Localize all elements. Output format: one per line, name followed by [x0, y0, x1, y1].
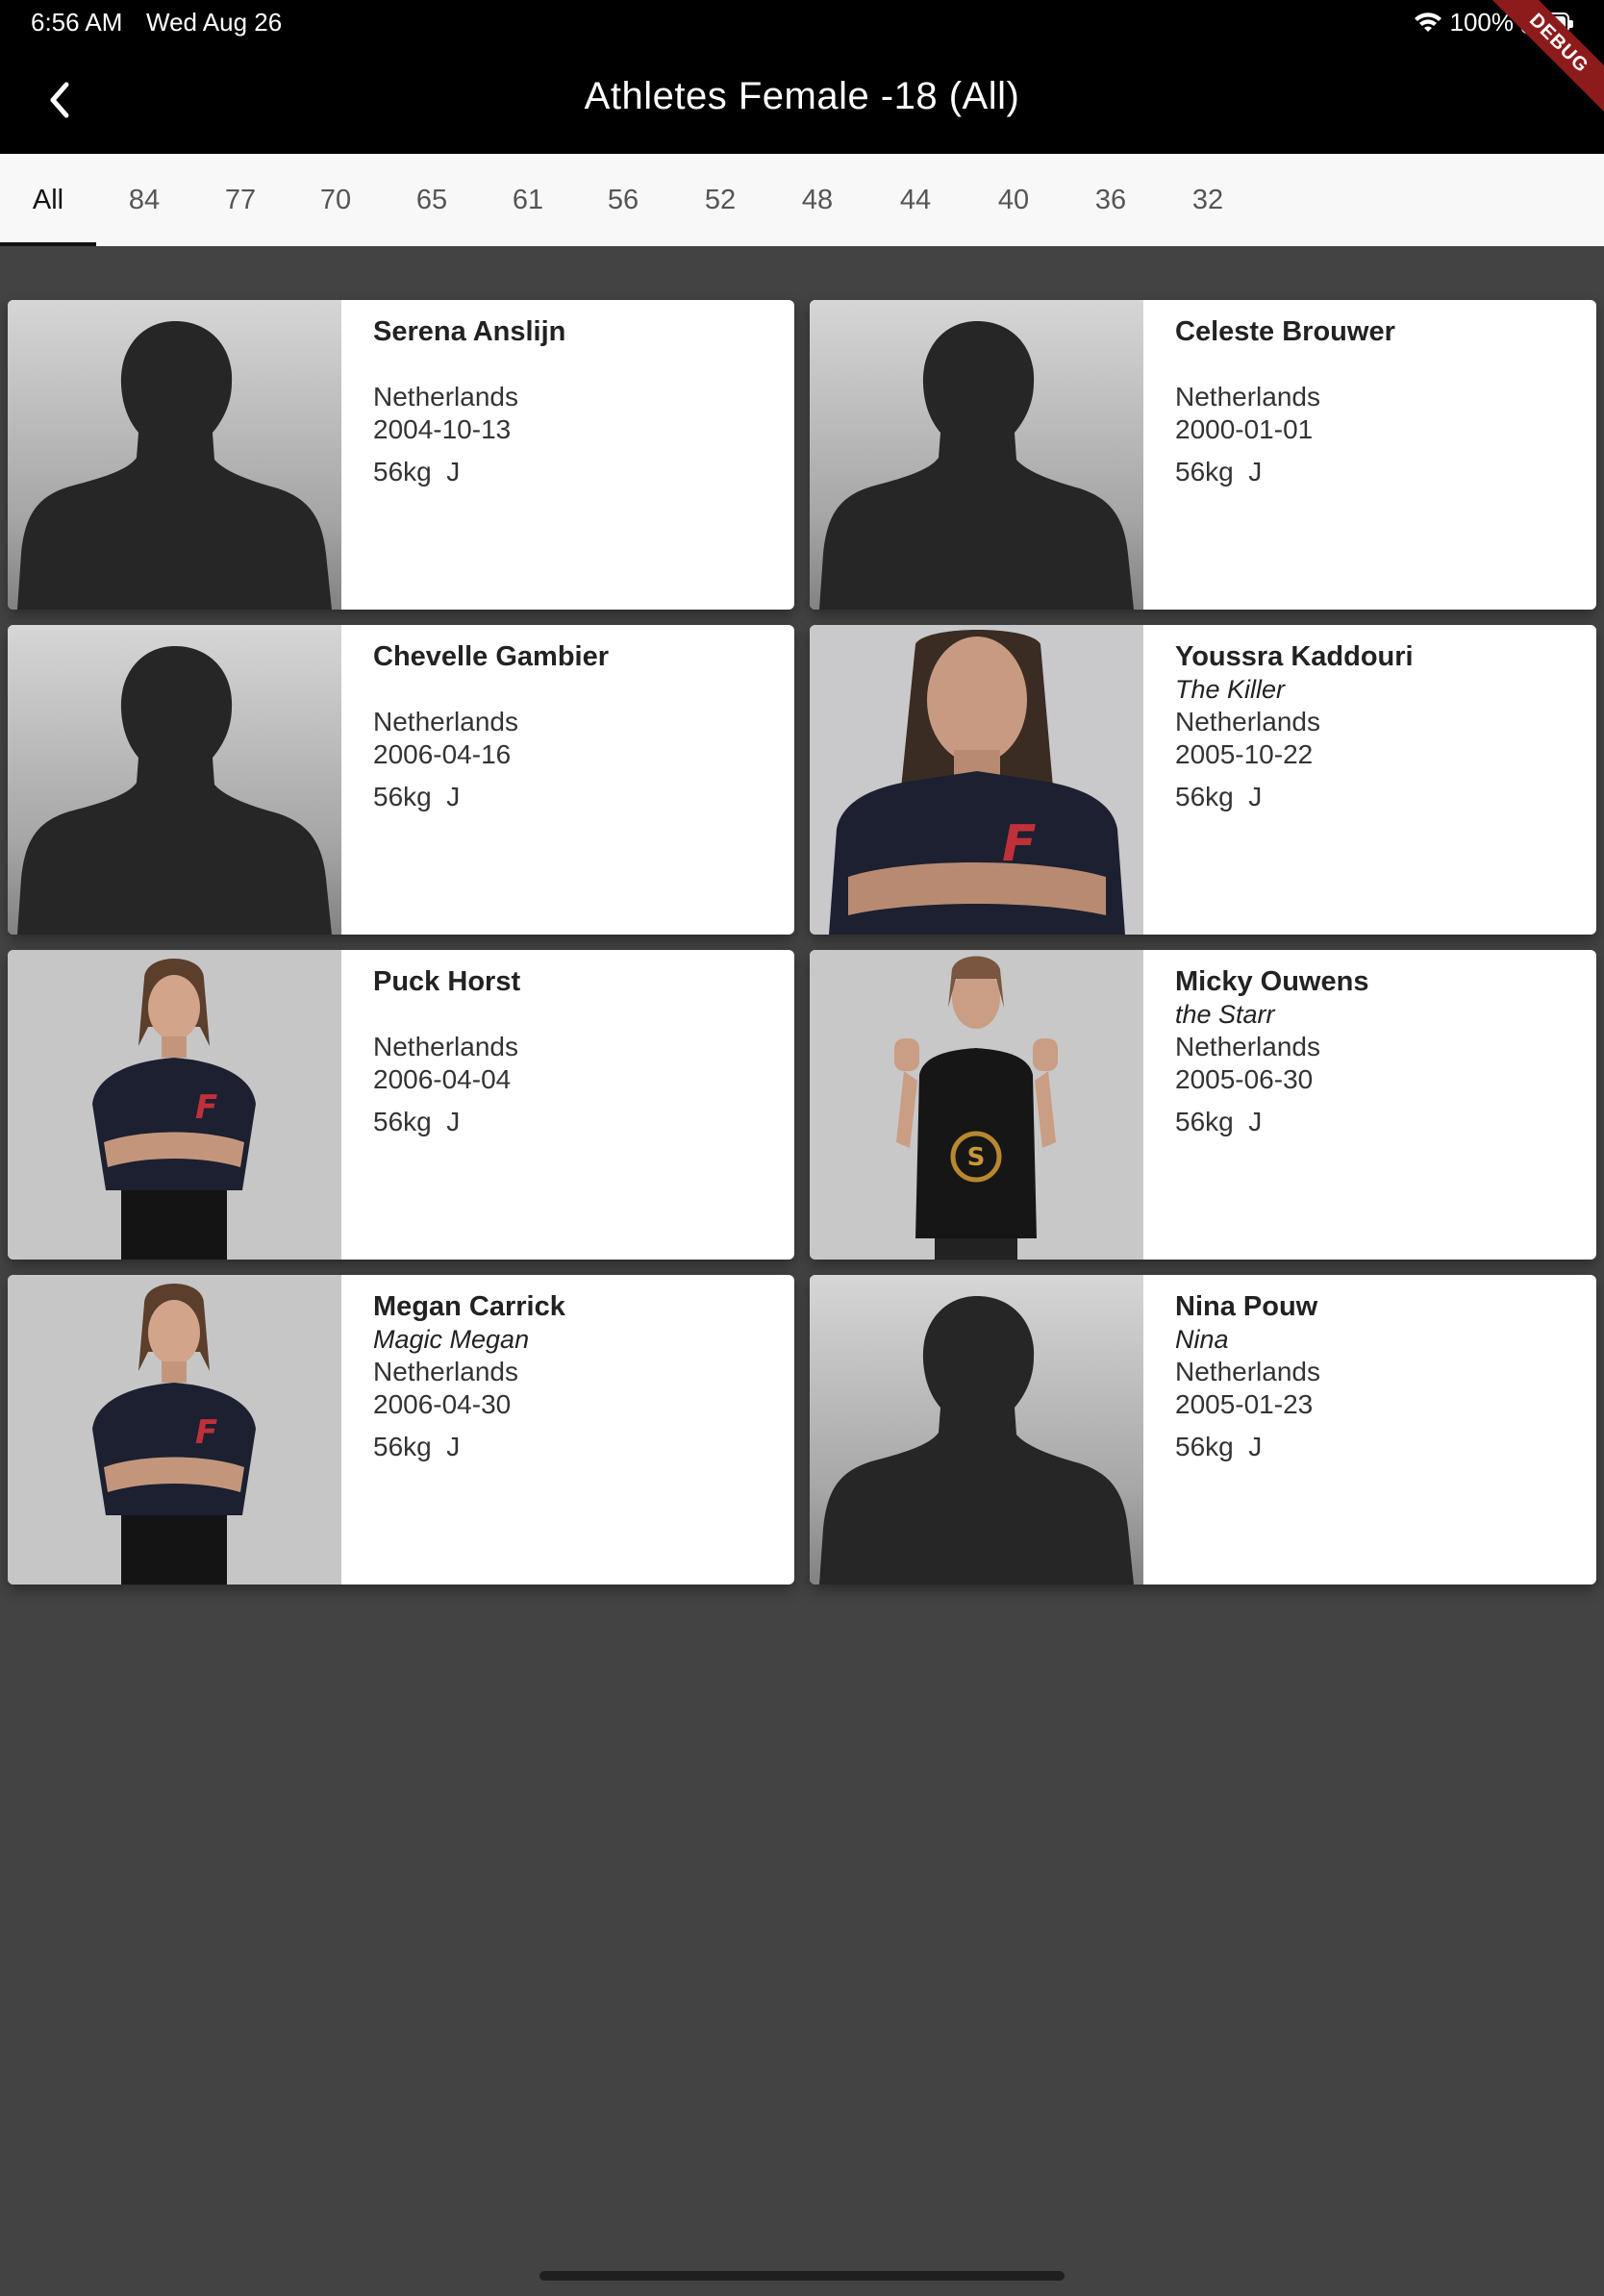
athlete-nickname — [373, 348, 565, 381]
tab-48[interactable]: 48 — [769, 154, 865, 246]
athlete-name: Megan Carrick — [373, 1291, 565, 1322]
svg-text:F: F — [1002, 815, 1037, 873]
athlete-weight-class: 56kg J — [373, 457, 461, 487]
athlete-country: Netherlands — [1175, 382, 1320, 412]
athlete-nickname: Magic Megan — [373, 1325, 530, 1354]
athlete-country: Netherlands — [373, 1357, 518, 1386]
athlete-name: Celeste Brouwer — [1175, 316, 1395, 347]
athlete-nickname: Nina — [1175, 1325, 1229, 1354]
svg-text:F: F — [195, 1088, 217, 1127]
athlete-weight-class: 56kg J — [1175, 1432, 1263, 1461]
athlete-weight-class: 56kg J — [1175, 457, 1263, 487]
athlete-nickname: the Starr — [1175, 1000, 1275, 1029]
athlete-photo-frame — [8, 300, 341, 610]
athlete-grid: Serena Anslijn Netherlands 2004-10-13 56kg … — [8, 300, 1596, 1585]
athlete-country: Netherlands — [1175, 1357, 1320, 1386]
svg-text:S: S — [967, 1143, 986, 1172]
athlete-info: Nina Pouw Nina Netherlands 2005-01-23 56kg J — [1143, 1275, 1320, 1585]
athlete-photo-frame — [8, 625, 341, 935]
athlete-card[interactable]: Celeste Brouwer Netherlands 2000-01-01 56kg… — [810, 300, 1596, 610]
athlete-country: Netherlands — [373, 1032, 518, 1061]
tab-61[interactable]: 61 — [481, 154, 575, 246]
athlete-weight-class: 56kg J — [1175, 782, 1263, 811]
athlete-info: Megan Carrick Magic Megan Netherlands 2006-… — [341, 1275, 565, 1585]
tab-36[interactable]: 36 — [1062, 154, 1160, 246]
status-date: Wed Aug 26 — [146, 8, 283, 37]
athlete-birthdate: 2006-04-30 — [373, 1389, 512, 1419]
athlete-birthdate: 2006-04-16 — [373, 739, 512, 769]
athlete-card[interactable]: F Megan Carrick Magic Megan Netherlands 200… — [8, 1275, 794, 1585]
weight-class-tabs: All 84 77 70 65 61 56 52 48 44 40 36 32 — [0, 154, 1604, 246]
status-bar: 6:56 AM Wed Aug 26 100% — [0, 0, 1604, 46]
tab-56[interactable]: 56 — [575, 154, 671, 246]
athlete-card[interactable]: F Puck Horst Netherlands 2006-04-04 56kg J — [8, 950, 794, 1260]
athlete-name: Youssra Kaddouri — [1175, 641, 1414, 672]
athlete-info: Puck Horst Netherlands 2006-04-04 56kg J — [341, 950, 520, 1260]
athlete-card[interactable]: S Micky Ouwens the Starr Netherlands 2005-0… — [810, 950, 1596, 1260]
athlete-photo-frame — [810, 300, 1143, 610]
tab-32[interactable]: 32 — [1160, 154, 1256, 246]
athlete-birthdate: 2005-01-23 — [1175, 1389, 1314, 1419]
athlete-name: Micky Ouwens — [1175, 966, 1369, 997]
athlete-info: Micky Ouwens the Starr Netherlands 2005-06-… — [1143, 950, 1368, 1260]
athlete-weight-class: 56kg J — [1175, 1107, 1263, 1136]
athlete-name: Nina Pouw — [1175, 1291, 1318, 1322]
athlete-weight-class: 56kg J — [373, 1432, 461, 1461]
athlete-weight-class: 56kg J — [373, 782, 461, 811]
athlete-name: Puck Horst — [373, 966, 521, 997]
athlete-photo: F — [8, 950, 341, 1260]
athlete-country: Netherlands — [1175, 707, 1320, 736]
svg-text:F: F — [195, 1413, 217, 1452]
athlete-birthdate: 2005-06-30 — [1175, 1064, 1314, 1094]
athlete-photo: F — [810, 625, 1143, 935]
status-time: 6:56 AM — [31, 8, 123, 37]
home-indicator — [539, 2271, 1065, 2281]
app-bar: Athletes Female -18 (All) — [0, 46, 1604, 154]
athlete-photo: F — [8, 1275, 341, 1585]
page-title: Athletes Female -18 (All) — [584, 75, 1020, 117]
athlete-country: Netherlands — [373, 382, 518, 412]
athlete-info: Chevelle Gambier Netherlands 2006-04-16 56k… — [341, 625, 609, 935]
athlete-info: Serena Anslijn Netherlands 2004-10-13 56kg … — [341, 300, 565, 610]
athlete-name: Chevelle Gambier — [373, 641, 609, 672]
athlete-country: Netherlands — [1175, 1032, 1320, 1061]
athlete-nickname — [373, 673, 609, 706]
avatar-silhouette-icon — [810, 300, 1143, 610]
tab-65[interactable]: 65 — [383, 154, 481, 246]
athlete-photo-frame: F — [8, 1275, 341, 1585]
tab-84[interactable]: 84 — [96, 154, 192, 246]
athlete-photo-frame: F — [8, 950, 341, 1260]
athlete-card[interactable]: Nina Pouw Nina Netherlands 2005-01-23 56kg J — [810, 1275, 1596, 1585]
athlete-info: Youssra Kaddouri The Killer Netherlands 200… — [1143, 625, 1414, 935]
tab-77[interactable]: 77 — [192, 154, 288, 246]
athlete-photo-frame: F — [810, 625, 1143, 935]
tab-70[interactable]: 70 — [288, 154, 383, 246]
athlete-photo-frame — [810, 1275, 1143, 1585]
athlete-weight-class: 56kg J — [373, 1107, 461, 1136]
athlete-birthdate: 2006-04-04 — [373, 1064, 512, 1094]
athlete-nickname — [1175, 348, 1395, 381]
athlete-birthdate: 2004-10-13 — [373, 414, 512, 444]
athlete-name: Serena Anslijn — [373, 316, 566, 347]
tab-all[interactable]: All — [0, 154, 96, 246]
athlete-info: Celeste Brouwer Netherlands 2000-01-01 56kg… — [1143, 300, 1395, 610]
athlete-country: Netherlands — [373, 707, 518, 736]
athlete-birthdate: 2005-10-22 — [1175, 739, 1314, 769]
athlete-nickname: The Killer — [1175, 675, 1286, 704]
tab-44[interactable]: 44 — [865, 154, 965, 246]
athlete-nickname — [373, 998, 520, 1031]
athlete-birthdate: 2000-01-01 — [1175, 414, 1314, 444]
avatar-silhouette-icon — [8, 625, 341, 935]
avatar-silhouette-icon — [810, 1275, 1143, 1585]
athlete-photo: S — [810, 950, 1143, 1260]
tab-40[interactable]: 40 — [965, 154, 1062, 246]
athlete-card[interactable]: Chevelle Gambier Netherlands 2006-04-16 56k… — [8, 625, 794, 935]
athlete-photo-frame: S — [810, 950, 1143, 1260]
athlete-card[interactable]: F Youssra Kaddouri The Killer Netherlands 2… — [810, 625, 1596, 935]
tab-52[interactable]: 52 — [671, 154, 769, 246]
wifi-icon — [1414, 12, 1441, 32]
athlete-card[interactable]: Serena Anslijn Netherlands 2004-10-13 56kg … — [8, 300, 794, 610]
avatar-silhouette-icon — [8, 300, 341, 610]
